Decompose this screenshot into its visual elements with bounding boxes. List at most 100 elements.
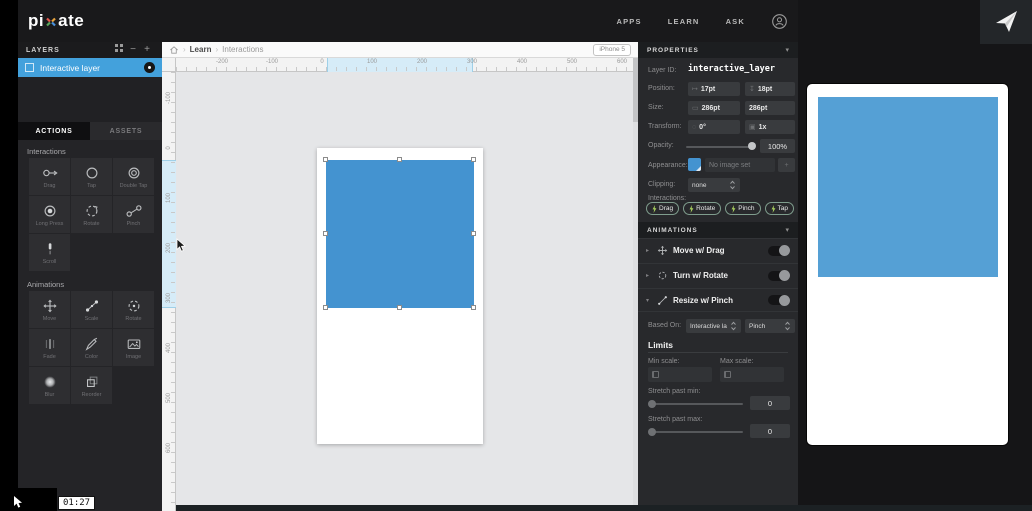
image-field[interactable]: No image set bbox=[705, 158, 775, 172]
anim-row-turn-w-rotate[interactable]: ▸ Turn w/ Rotate bbox=[638, 263, 798, 287]
interactive-layer-shape[interactable] bbox=[326, 160, 474, 308]
action-tile-rotate[interactable]: Rotate bbox=[71, 196, 112, 233]
add-image-button[interactable]: + bbox=[778, 158, 795, 172]
top-nav: APPS LEARN ASK bbox=[616, 0, 788, 42]
position-x-field[interactable]: ↦ 17pt bbox=[688, 82, 740, 96]
anim-tile-color[interactable]: Color bbox=[71, 329, 112, 366]
selection-handle-sw[interactable] bbox=[323, 305, 328, 310]
layers-title: LAYERS bbox=[26, 46, 60, 54]
stretch-max-value[interactable]: 0 bbox=[750, 424, 790, 438]
selection-handle-w[interactable] bbox=[323, 231, 328, 236]
remove-layer-button[interactable]: − bbox=[126, 43, 140, 57]
preview-layer-shape bbox=[818, 97, 998, 277]
chevron-right-icon[interactable]: ▸ bbox=[646, 272, 652, 279]
opacity-slider-knob[interactable] bbox=[748, 142, 756, 150]
rotate-anim-icon bbox=[658, 271, 667, 280]
layer-visibility-icon[interactable] bbox=[144, 62, 155, 73]
device-size-button[interactable]: iPhone 5 bbox=[593, 43, 631, 56]
position-y-field[interactable]: ↧ 18pt bbox=[745, 82, 795, 96]
anim-tile-image[interactable]: Image bbox=[113, 329, 154, 366]
nav-apps[interactable]: APPS bbox=[616, 17, 641, 26]
min-scale-label: Min scale: bbox=[648, 358, 680, 365]
action-tile-scroll[interactable]: Scroll bbox=[29, 234, 70, 271]
selection-handle-nw[interactable] bbox=[323, 157, 328, 162]
selection-handle-se[interactable] bbox=[471, 305, 476, 310]
tab-actions[interactable]: ACTIONS bbox=[18, 122, 90, 140]
selection-handle-n[interactable] bbox=[397, 157, 402, 162]
stretch-max-slider-knob[interactable] bbox=[648, 428, 656, 436]
action-tile-tap[interactable]: Tap bbox=[71, 158, 112, 195]
selection-handle-e[interactable] bbox=[471, 231, 476, 236]
image-icon bbox=[127, 338, 140, 349]
home-icon[interactable] bbox=[169, 45, 179, 55]
layer-id-label: Layer ID: bbox=[648, 67, 677, 74]
animations-header[interactable]: ANIMATIONS ▾ bbox=[638, 222, 798, 238]
logo-text-left: pi bbox=[28, 11, 45, 30]
max-scale-input[interactable] bbox=[720, 367, 784, 382]
tap-icon bbox=[86, 167, 97, 178]
layer-checkbox[interactable] bbox=[25, 63, 34, 72]
interactions-list-label: Interactions: bbox=[648, 195, 687, 202]
size-height-field[interactable]: 286pt bbox=[745, 101, 795, 115]
toggle-turn-w-rotate[interactable] bbox=[768, 270, 790, 281]
layer-row-interactive-layer[interactable]: Interactive layer bbox=[18, 58, 162, 77]
clipping-dropdown[interactable]: none bbox=[688, 178, 740, 192]
breadcrumb-interactions[interactable]: Interactions bbox=[222, 45, 263, 54]
grid-icon[interactable] bbox=[112, 43, 126, 57]
stretch-min-value[interactable]: 0 bbox=[750, 396, 790, 410]
tag-drag[interactable]: Drag bbox=[646, 202, 680, 215]
stretch-min-slider[interactable] bbox=[650, 403, 743, 405]
selection-handle-ne[interactable] bbox=[471, 157, 476, 162]
bolt-icon bbox=[652, 204, 657, 213]
canvas-area[interactable]: › Learn › Interactions iPhone 5 -200 -10… bbox=[162, 42, 638, 511]
properties-header[interactable]: PROPERTIES ▾ bbox=[638, 42, 798, 58]
anim-tile-fade[interactable]: Fade bbox=[29, 329, 70, 366]
based-on-event-dropdown[interactable]: Pinch bbox=[745, 319, 795, 333]
toggle-move-w-drag[interactable] bbox=[768, 245, 790, 256]
clipping-label: Clipping: bbox=[648, 181, 676, 188]
action-tile-drag[interactable]: Drag bbox=[29, 158, 70, 195]
interactions-grid: Drag Tap Double Tap Long Press Rotate Pi… bbox=[29, 158, 154, 271]
breadcrumb-learn[interactable]: Learn bbox=[190, 45, 212, 54]
toggle-resize-w-pinch[interactable] bbox=[768, 294, 790, 306]
layers-header: LAYERS − + bbox=[18, 42, 162, 58]
tag-tap[interactable]: Tap bbox=[764, 202, 794, 215]
anim-tile-reorder[interactable]: Reorder bbox=[71, 367, 112, 404]
anim-tile-scale[interactable]: Scale bbox=[71, 291, 112, 328]
add-layer-button[interactable]: + bbox=[140, 43, 154, 57]
anim-tile-move[interactable]: Move bbox=[29, 291, 70, 328]
size-width-field[interactable]: ▭ 286pt bbox=[688, 101, 740, 115]
profile-icon[interactable] bbox=[771, 13, 788, 30]
anim-row-resize-w-pinch[interactable]: ▾ Resize w/ Pinch bbox=[638, 288, 798, 312]
action-tile-pinch[interactable]: Pinch bbox=[113, 196, 154, 233]
tag-pinch[interactable]: Pinch bbox=[725, 202, 761, 215]
selection-handle-s[interactable] bbox=[397, 305, 402, 310]
opacity-slider[interactable] bbox=[686, 146, 754, 148]
chevron-down-icon[interactable]: ▾ bbox=[646, 297, 652, 304]
chevron-right-icon[interactable]: ▸ bbox=[646, 247, 652, 254]
layer-id-value[interactable]: interactive_layer bbox=[688, 64, 775, 74]
nav-ask[interactable]: ASK bbox=[726, 17, 745, 26]
tab-assets[interactable]: ASSETS bbox=[90, 122, 162, 140]
fill-color-swatch[interactable] bbox=[688, 158, 701, 171]
artboard[interactable] bbox=[317, 148, 483, 444]
share-button[interactable] bbox=[980, 0, 1032, 44]
video-scrubber-bar[interactable] bbox=[176, 505, 1032, 511]
size-label: Size: bbox=[648, 104, 664, 111]
scale-field[interactable]: ▣ 1x bbox=[745, 120, 795, 134]
tag-rotate[interactable]: Rotate bbox=[683, 202, 722, 215]
rotation-field[interactable]: ◌ 0° bbox=[688, 120, 740, 134]
anim-tile-blur[interactable]: Blur bbox=[29, 367, 70, 404]
based-on-layer-dropdown[interactable]: Interactive la bbox=[686, 319, 741, 333]
nav-learn[interactable]: LEARN bbox=[668, 17, 700, 26]
action-tile-long-press[interactable]: Long Press bbox=[29, 196, 70, 233]
stretch-max-slider[interactable] bbox=[650, 431, 743, 433]
opacity-value[interactable]: 100% bbox=[760, 139, 795, 153]
anim-row-move-w-drag[interactable]: ▸ Move w/ Drag bbox=[638, 238, 798, 262]
action-tile-double-tap[interactable]: Double Tap bbox=[113, 158, 154, 195]
anim-tile-rotate[interactable]: Rotate bbox=[113, 291, 154, 328]
stretch-min-slider-knob[interactable] bbox=[648, 400, 656, 408]
top-bar: pi ate APPS LEARN ASK bbox=[18, 0, 798, 42]
scale-icon bbox=[85, 299, 98, 312]
min-scale-input[interactable] bbox=[648, 367, 712, 382]
